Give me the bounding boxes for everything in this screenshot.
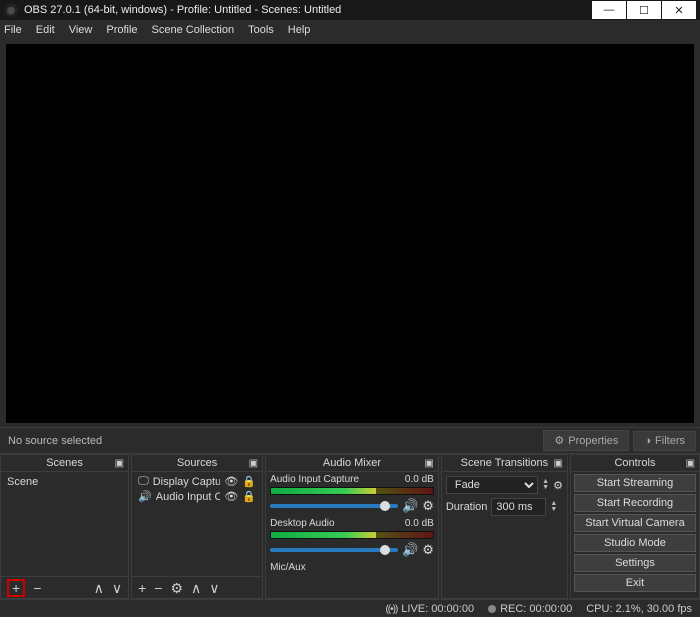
channel-db: 0.0 dB bbox=[405, 518, 434, 529]
remove-source-button[interactable]: − bbox=[154, 581, 162, 595]
minimize-button[interactable]: — bbox=[592, 1, 626, 19]
signal-icon bbox=[385, 603, 397, 615]
preview-canvas bbox=[6, 44, 694, 423]
eye-icon[interactable]: 👁 bbox=[224, 490, 238, 503]
source-item[interactable]: 🖵 Display Capture 👁 🔒 bbox=[132, 474, 262, 489]
sources-dock: Sources ▣ 🖵 Display Capture 👁 🔒 🔊 Audio … bbox=[131, 454, 263, 599]
menu-help[interactable]: Help bbox=[288, 24, 311, 36]
popout-icon[interactable]: ▣ bbox=[553, 458, 562, 469]
volume-slider[interactable] bbox=[270, 504, 398, 508]
display-icon: 🖵 bbox=[138, 475, 149, 488]
mixer-header: Audio Mixer ▣ bbox=[265, 454, 439, 472]
maximize-button[interactable]: ☐ bbox=[627, 1, 661, 19]
duration-label: Duration bbox=[446, 501, 488, 513]
start-recording-button[interactable]: Start Recording bbox=[574, 494, 696, 512]
studio-mode-button[interactable]: Studio Mode bbox=[574, 534, 696, 552]
docks-row: Scenes ▣ Scene + − ∧ ∨ Sources ▣ 🖵 Displ… bbox=[0, 453, 700, 599]
gear-icon[interactable]: ⚙ bbox=[422, 498, 434, 514]
speaker-icon[interactable]: 🔊 bbox=[402, 498, 418, 514]
rec-status: REC: 00:00:00 bbox=[488, 603, 572, 615]
audio-icon: 🔊 bbox=[138, 490, 152, 503]
obs-logo-icon bbox=[4, 3, 18, 17]
channel-name: Desktop Audio bbox=[270, 518, 335, 529]
popout-icon[interactable]: ▣ bbox=[424, 458, 433, 469]
live-status: LIVE: 00:00:00 bbox=[385, 603, 474, 615]
move-up-icon[interactable]: ∧ bbox=[191, 581, 201, 595]
add-source-button[interactable]: + bbox=[138, 581, 146, 595]
record-dot-icon bbox=[488, 605, 496, 613]
channel-name: Audio Input Capture bbox=[270, 474, 359, 485]
exit-button[interactable]: Exit bbox=[574, 574, 696, 592]
scene-item[interactable]: Scene bbox=[7, 476, 122, 488]
gear-icon[interactable]: ⚙ bbox=[553, 479, 563, 492]
popout-icon[interactable]: ▣ bbox=[686, 458, 695, 469]
remove-scene-button[interactable]: − bbox=[33, 581, 41, 595]
menu-edit[interactable]: Edit bbox=[36, 24, 55, 36]
mixer-body: Audio Input Capture 0.0 dB 🔊 ⚙ Desktop A… bbox=[265, 472, 439, 599]
mixer-channel: Desktop Audio 0.0 dB 🔊 ⚙ bbox=[270, 518, 434, 558]
duration-input[interactable] bbox=[491, 498, 546, 516]
menu-view[interactable]: View bbox=[69, 24, 93, 36]
spinner-icon[interactable]: ▲▼ bbox=[550, 501, 557, 513]
move-down-icon[interactable]: ∨ bbox=[209, 581, 219, 595]
popout-icon[interactable]: ▣ bbox=[249, 458, 258, 469]
scenes-dock: Scenes ▣ Scene + − ∧ ∨ bbox=[0, 454, 129, 599]
gear-icon: ⚙ bbox=[554, 434, 564, 447]
lock-icon[interactable]: 🔒 bbox=[242, 475, 256, 488]
controls-dock: Controls ▣ Start Streaming Start Recordi… bbox=[570, 454, 700, 599]
spinner-icon[interactable]: ▲▼ bbox=[542, 479, 549, 491]
popout-icon[interactable]: ▣ bbox=[115, 458, 124, 469]
vu-meter bbox=[270, 487, 434, 495]
filters-icon: ◑ bbox=[644, 435, 651, 447]
cpu-status: CPU: 2.1%, 30.00 fps bbox=[586, 603, 692, 615]
source-item[interactable]: 🔊 Audio Input Captu... 👁 🔒 bbox=[132, 489, 262, 504]
channel-name: Mic/Aux bbox=[270, 562, 306, 573]
menu-scene-collection[interactable]: Scene Collection bbox=[152, 24, 235, 36]
menu-tools[interactable]: Tools bbox=[248, 24, 274, 36]
transitions-dock: Scene Transitions ▣ Fade ▲▼ ⚙ Duration ▲… bbox=[441, 454, 568, 599]
controls-header: Controls ▣ bbox=[570, 454, 700, 472]
menu-file[interactable]: File bbox=[4, 24, 22, 36]
titlebar: OBS 27.0.1 (64-bit, windows) - Profile: … bbox=[0, 0, 700, 20]
lock-icon[interactable]: 🔒 bbox=[242, 490, 256, 503]
mixer-channel: Audio Input Capture 0.0 dB 🔊 ⚙ bbox=[270, 474, 434, 514]
scenes-toolbar: + − ∧ ∨ bbox=[0, 577, 129, 599]
settings-button[interactable]: Settings bbox=[574, 554, 696, 572]
eye-icon[interactable]: 👁 bbox=[224, 475, 238, 488]
gear-icon[interactable]: ⚙ bbox=[170, 581, 183, 595]
properties-bar: No source selected ⚙ Properties ◑ Filter… bbox=[0, 427, 700, 453]
transitions-body: Fade ▲▼ ⚙ Duration ▲▼ bbox=[441, 472, 568, 599]
audio-mixer-dock: Audio Mixer ▣ Audio Input Capture 0.0 dB… bbox=[265, 454, 439, 599]
transitions-header: Scene Transitions ▣ bbox=[441, 454, 568, 472]
menubar: File Edit View Profile Scene Collection … bbox=[0, 20, 700, 40]
transition-select[interactable]: Fade bbox=[446, 476, 538, 494]
scenes-list[interactable]: Scene bbox=[0, 472, 129, 577]
scenes-header: Scenes ▣ bbox=[0, 454, 129, 472]
preview-area[interactable] bbox=[0, 40, 700, 427]
gear-icon[interactable]: ⚙ bbox=[422, 542, 434, 558]
properties-button[interactable]: ⚙ Properties bbox=[543, 430, 629, 451]
sources-header: Sources ▣ bbox=[131, 454, 263, 472]
close-button[interactable]: ✕ bbox=[662, 1, 696, 19]
filters-button[interactable]: ◑ Filters bbox=[633, 431, 696, 451]
speaker-icon[interactable]: 🔊 bbox=[402, 542, 418, 558]
no-source-label: No source selected bbox=[0, 435, 543, 447]
sources-list[interactable]: 🖵 Display Capture 👁 🔒 🔊 Audio Input Capt… bbox=[131, 472, 263, 577]
start-virtual-camera-button[interactable]: Start Virtual Camera bbox=[574, 514, 696, 532]
statusbar: LIVE: 00:00:00 REC: 00:00:00 CPU: 2.1%, … bbox=[0, 599, 700, 617]
start-streaming-button[interactable]: Start Streaming bbox=[574, 474, 696, 492]
menu-profile[interactable]: Profile bbox=[106, 24, 137, 36]
add-scene-button[interactable]: + bbox=[7, 579, 25, 597]
move-down-icon[interactable]: ∨ bbox=[112, 581, 122, 595]
sources-toolbar: + − ⚙ ∧ ∨ bbox=[131, 577, 263, 599]
window-title: OBS 27.0.1 (64-bit, windows) - Profile: … bbox=[24, 4, 591, 16]
vu-meter bbox=[270, 531, 434, 539]
mixer-channel: Mic/Aux bbox=[270, 562, 434, 573]
volume-slider[interactable] bbox=[270, 548, 398, 552]
channel-db: 0.0 dB bbox=[405, 474, 434, 485]
move-up-icon[interactable]: ∧ bbox=[94, 581, 104, 595]
